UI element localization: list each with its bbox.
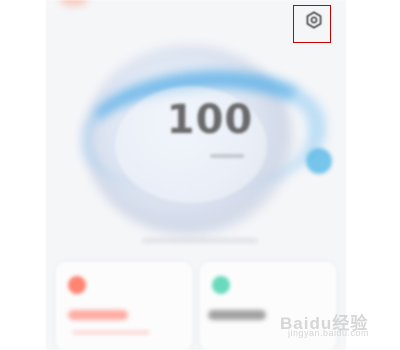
score-caption-placeholder (210, 154, 244, 158)
orange-feature-icon (68, 276, 86, 294)
baidu-watermark: Baidu经验 jingyan.baidu.com (280, 309, 380, 339)
orange-card-subtitle-placeholder (72, 330, 150, 335)
watermark-url: jingyan.baidu.com (288, 328, 370, 338)
gauge-progress-knob (306, 148, 332, 174)
gauge-footer-placeholder (142, 238, 258, 243)
screenshot-canvas: 100 Baidu经验 jingyan.baidu.com (0, 0, 400, 350)
settings-highlight-box (293, 5, 331, 43)
green-card-title-placeholder (208, 310, 266, 320)
phone-screen: 100 (46, 0, 346, 350)
score-value: 100 (166, 97, 254, 143)
orange-feature-card[interactable] (56, 262, 192, 350)
top-status-accent (60, 0, 88, 6)
orange-card-title-placeholder (68, 310, 128, 320)
green-feature-icon (212, 276, 230, 294)
